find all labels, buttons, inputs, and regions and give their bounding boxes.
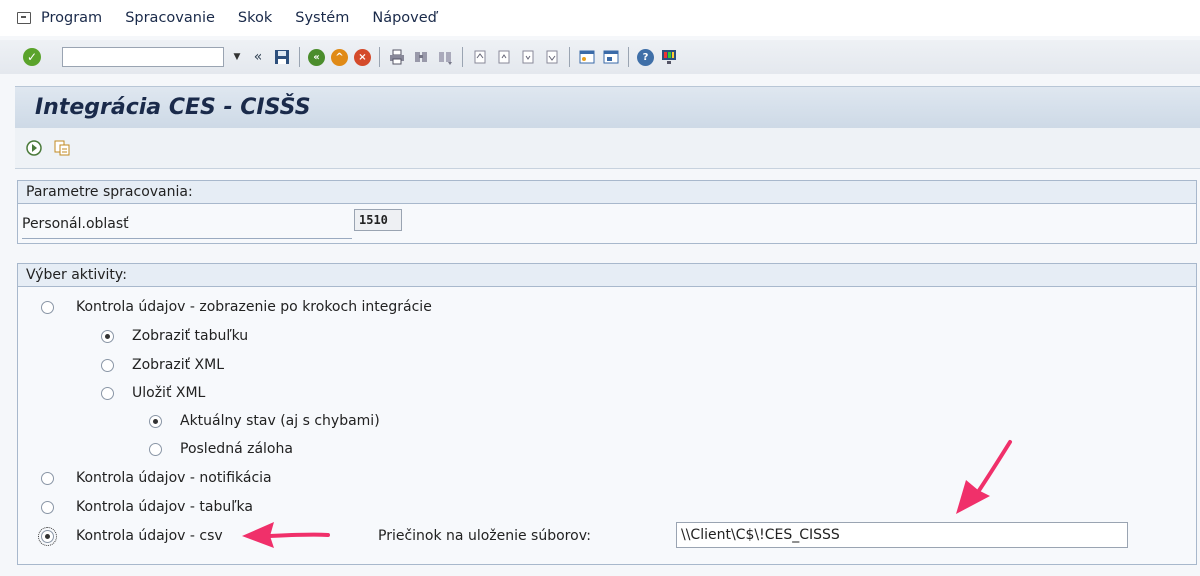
radio-label: Kontrola údajov - notifikácia — [76, 470, 272, 486]
radio-button[interactable] — [101, 329, 114, 343]
cancel-icon[interactable]: × — [354, 48, 371, 66]
radio-show-xml[interactable]: Zobraziť XML — [101, 357, 224, 373]
field-underline — [22, 238, 352, 239]
radio-button[interactable] — [38, 526, 57, 546]
radio-button[interactable] — [149, 442, 162, 456]
help-icon[interactable]: ? — [637, 48, 654, 66]
menu-program[interactable]: Program — [41, 10, 102, 26]
menu-system[interactable]: Systém — [295, 10, 349, 26]
radio-button[interactable] — [41, 500, 54, 514]
radio-check-csv[interactable]: Kontrola údajov - csv — [38, 526, 223, 546]
radio-show-table[interactable]: Zobraziť tabuľku — [101, 328, 248, 344]
toolbar-separator — [299, 47, 300, 67]
toolbar-separator — [628, 47, 629, 67]
print-icon[interactable] — [387, 47, 407, 67]
customize-layout-icon[interactable] — [659, 47, 679, 67]
folder-path-input[interactable]: \\Client\C$\!CES_CISSS — [676, 522, 1128, 548]
radio-last-backup[interactable]: Posledná záloha — [149, 441, 293, 457]
annotation-arrow-left — [242, 522, 330, 548]
personal-area-label: Personál.oblasť — [22, 216, 129, 232]
radio-save-xml[interactable]: Uložiť XML — [101, 385, 205, 401]
last-page-icon[interactable] — [542, 47, 562, 67]
toolbar-separator — [569, 47, 570, 67]
find-icon[interactable] — [411, 47, 431, 67]
execute-icon[interactable] — [25, 139, 43, 157]
radio-check-table[interactable]: Kontrola údajov - tabuľka — [41, 499, 253, 515]
menu-bar: Program Spracovanie Skok Systém Nápoveď — [0, 0, 1200, 36]
radio-current-state[interactable]: Aktuálny stav (aj s chybami) — [149, 413, 380, 429]
enter-check-icon[interactable]: ✓ — [23, 48, 41, 66]
menu-toggle-icon[interactable] — [17, 12, 31, 24]
find-next-icon[interactable] — [435, 47, 455, 67]
collapse-icon[interactable]: « — [248, 47, 268, 67]
radio-button[interactable] — [41, 300, 54, 314]
screen-title-bar: Integrácia CES - CISŠS — [15, 86, 1200, 129]
radio-label: Kontrola údajov - tabuľka — [76, 499, 253, 515]
radio-label: Zobraziť tabuľku — [132, 328, 249, 344]
save-icon[interactable] — [272, 47, 292, 67]
shortcut-icon[interactable] — [601, 47, 621, 67]
radio-button[interactable] — [101, 358, 114, 372]
activity-group-title: Výber aktivity: — [18, 264, 1196, 287]
radio-label: Uložiť XML — [132, 385, 206, 401]
application-toolbar — [15, 128, 1200, 169]
page-title: Integrácia CES - CISŠS — [35, 95, 311, 120]
params-group-title: Parametre spracovania: — [18, 181, 1196, 204]
radio-label: Posledná záloha — [180, 441, 293, 457]
radio-button[interactable] — [149, 414, 162, 428]
back-icon[interactable]: « — [308, 48, 325, 66]
next-page-icon[interactable] — [518, 47, 538, 67]
radio-check-steps[interactable]: Kontrola údajov - zobrazenie po krokoch … — [41, 299, 432, 315]
annotation-arrow-down — [956, 440, 1012, 514]
command-field[interactable] — [62, 47, 224, 67]
menu-skok[interactable]: Skok — [238, 10, 272, 26]
folder-label: Priečinok na uloženie súborov: — [378, 528, 591, 544]
radio-button[interactable] — [101, 386, 114, 400]
toolbar-separator — [379, 47, 380, 67]
new-session-icon[interactable] — [577, 47, 597, 67]
params-group: Parametre spracovania: — [17, 180, 1197, 244]
radio-label: Kontrola údajov - csv — [76, 528, 223, 544]
previous-page-icon[interactable] — [494, 47, 514, 67]
radio-label: Kontrola údajov - zobrazenie po krokoch … — [76, 299, 432, 315]
menu-spracovanie[interactable]: Spracovanie — [125, 10, 215, 26]
menu-napoved[interactable]: Nápoveď — [372, 10, 437, 26]
exit-icon[interactable]: ^ — [331, 48, 348, 66]
radio-label: Zobraziť XML — [132, 357, 225, 373]
radio-check-notification[interactable]: Kontrola údajov - notifikácia — [41, 470, 272, 486]
get-variant-icon[interactable] — [53, 139, 71, 157]
standard-toolbar: ✓ ▼ « « ^ × ? — [0, 40, 1200, 74]
personal-area-field[interactable]: 1510 — [354, 209, 402, 231]
radio-label: Aktuálny stav (aj s chybami) — [180, 413, 380, 429]
chevron-down-icon[interactable]: ▼ — [228, 47, 246, 67]
radio-button[interactable] — [41, 471, 54, 485]
toolbar-separator — [462, 47, 463, 67]
first-page-icon[interactable] — [470, 47, 490, 67]
